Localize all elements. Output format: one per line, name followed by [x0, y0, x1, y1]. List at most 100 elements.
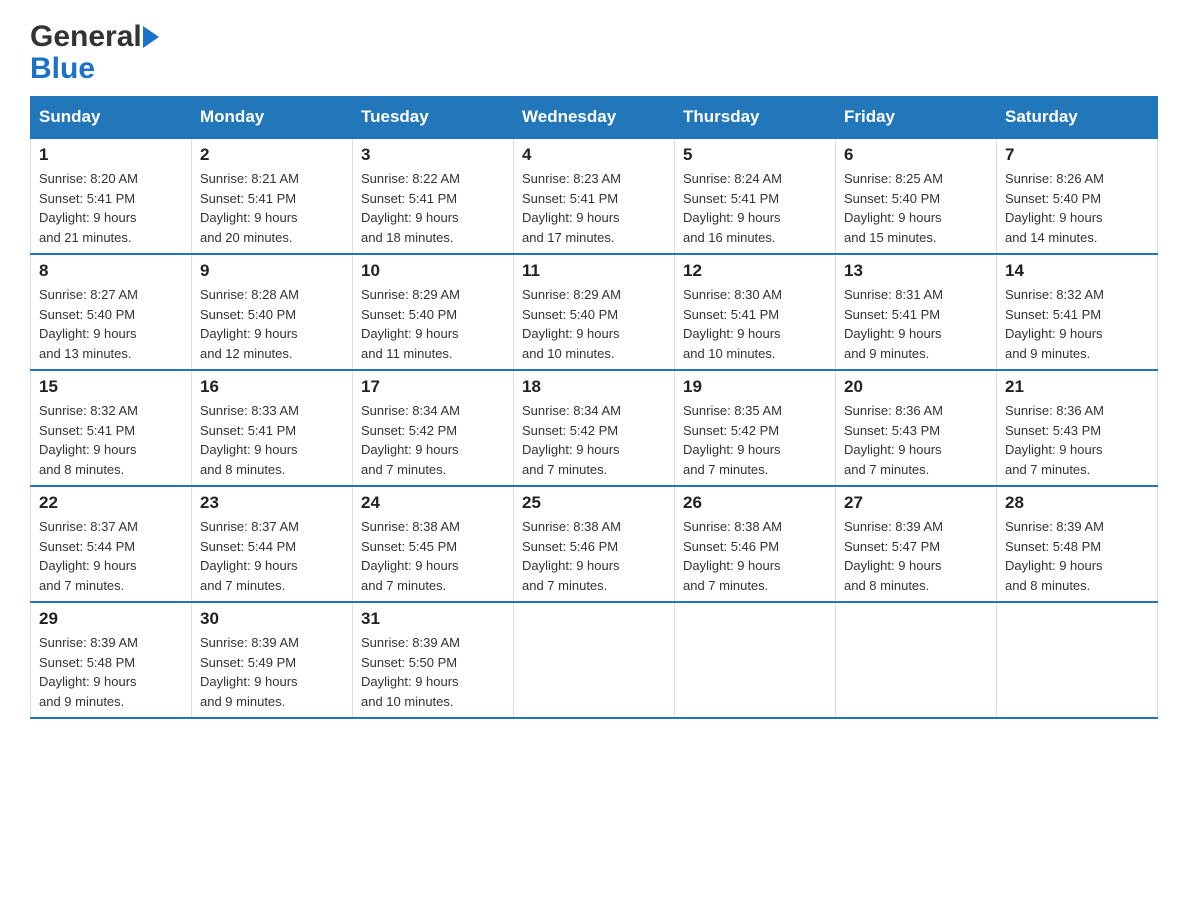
day-info: Sunrise: 8:37 AMSunset: 5:44 PMDaylight:…	[39, 517, 183, 595]
day-info: Sunrise: 8:39 AMSunset: 5:48 PMDaylight:…	[1005, 517, 1149, 595]
calendar-cell: 9Sunrise: 8:28 AMSunset: 5:40 PMDaylight…	[192, 254, 353, 370]
day-info: Sunrise: 8:30 AMSunset: 5:41 PMDaylight:…	[683, 285, 827, 363]
col-header-thursday: Thursday	[675, 97, 836, 139]
calendar-cell: 23Sunrise: 8:37 AMSunset: 5:44 PMDayligh…	[192, 486, 353, 602]
day-number: 12	[683, 261, 827, 281]
day-info: Sunrise: 8:21 AMSunset: 5:41 PMDaylight:…	[200, 169, 344, 247]
col-header-wednesday: Wednesday	[514, 97, 675, 139]
day-info: Sunrise: 8:39 AMSunset: 5:47 PMDaylight:…	[844, 517, 988, 595]
day-number: 19	[683, 377, 827, 397]
day-number: 8	[39, 261, 183, 281]
calendar-cell: 1 Sunrise: 8:20 AMSunset: 5:41 PMDaylight…	[31, 138, 192, 254]
day-number: 14	[1005, 261, 1149, 281]
calendar-cell: 16 Sunrise: 8:33 AMSunset: 5:41 PMDayligh…	[192, 370, 353, 486]
day-number: 30	[200, 609, 344, 629]
calendar-cell: 29 Sunrise: 8:39 AMSunset: 5:48 PMDayligh…	[31, 602, 192, 718]
col-header-friday: Friday	[836, 97, 997, 139]
calendar-cell: 5 Sunrise: 8:24 AMSunset: 5:41 PMDaylight…	[675, 138, 836, 254]
calendar-cell: 21 Sunrise: 8:36 AMSunset: 5:43 PMDayligh…	[997, 370, 1158, 486]
calendar-cell: 11 Sunrise: 8:29 AMSunset: 5:40 PMDayligh…	[514, 254, 675, 370]
calendar-cell: 13 Sunrise: 8:31 AMSunset: 5:41 PMDayligh…	[836, 254, 997, 370]
calendar-cell: 27 Sunrise: 8:39 AMSunset: 5:47 PMDayligh…	[836, 486, 997, 602]
calendar-cell	[675, 602, 836, 718]
logo-blue: Blue	[30, 52, 95, 86]
calendar-cell: 12 Sunrise: 8:30 AMSunset: 5:41 PMDayligh…	[675, 254, 836, 370]
col-header-saturday: Saturday	[997, 97, 1158, 139]
calendar-cell	[514, 602, 675, 718]
day-info: Sunrise: 8:38 AMSunset: 5:46 PMDaylight:…	[522, 517, 666, 595]
calendar-cell: 22Sunrise: 8:37 AMSunset: 5:44 PMDayligh…	[31, 486, 192, 602]
day-number: 27	[844, 493, 988, 513]
calendar-cell: 8 Sunrise: 8:27 AMSunset: 5:40 PMDaylight…	[31, 254, 192, 370]
day-info: Sunrise: 8:27 AMSunset: 5:40 PMDaylight:…	[39, 285, 183, 363]
day-number: 2	[200, 145, 344, 165]
logo-general: General	[30, 20, 142, 54]
day-number: 24	[361, 493, 505, 513]
day-info: Sunrise: 8:29 AMSunset: 5:40 PMDaylight:…	[361, 285, 505, 363]
day-info: Sunrise: 8:36 AMSunset: 5:43 PMDaylight:…	[1005, 401, 1149, 479]
calendar-cell: 7 Sunrise: 8:26 AMSunset: 5:40 PMDaylight…	[997, 138, 1158, 254]
col-header-tuesday: Tuesday	[353, 97, 514, 139]
day-info: Sunrise: 8:39 AMSunset: 5:50 PMDaylight:…	[361, 633, 505, 711]
day-info: Sunrise: 8:38 AMSunset: 5:46 PMDaylight:…	[683, 517, 827, 595]
logo-arrow-icon	[143, 26, 159, 48]
calendar-cell: 28 Sunrise: 8:39 AMSunset: 5:48 PMDayligh…	[997, 486, 1158, 602]
day-number: 21	[1005, 377, 1149, 397]
day-number: 6	[844, 145, 988, 165]
calendar-cell: 3 Sunrise: 8:22 AMSunset: 5:41 PMDaylight…	[353, 138, 514, 254]
day-info: Sunrise: 8:24 AMSunset: 5:41 PMDaylight:…	[683, 169, 827, 247]
day-info: Sunrise: 8:38 AMSunset: 5:45 PMDaylight:…	[361, 517, 505, 595]
calendar-cell: 14Sunrise: 8:32 AMSunset: 5:41 PMDayligh…	[997, 254, 1158, 370]
calendar-cell: 31Sunrise: 8:39 AMSunset: 5:50 PMDayligh…	[353, 602, 514, 718]
calendar-cell: 10Sunrise: 8:29 AMSunset: 5:40 PMDayligh…	[353, 254, 514, 370]
day-info: Sunrise: 8:29 AMSunset: 5:40 PMDaylight:…	[522, 285, 666, 363]
calendar-cell: 19 Sunrise: 8:35 AMSunset: 5:42 PMDayligh…	[675, 370, 836, 486]
day-info: Sunrise: 8:22 AMSunset: 5:41 PMDaylight:…	[361, 169, 505, 247]
day-info: Sunrise: 8:39 AMSunset: 5:48 PMDaylight:…	[39, 633, 183, 711]
day-number: 3	[361, 145, 505, 165]
calendar-cell: 2 Sunrise: 8:21 AMSunset: 5:41 PMDaylight…	[192, 138, 353, 254]
calendar-cell: 4Sunrise: 8:23 AMSunset: 5:41 PMDaylight…	[514, 138, 675, 254]
day-info: Sunrise: 8:39 AMSunset: 5:49 PMDaylight:…	[200, 633, 344, 711]
day-number: 7	[1005, 145, 1149, 165]
calendar-cell: 17 Sunrise: 8:34 AMSunset: 5:42 PMDayligh…	[353, 370, 514, 486]
calendar-cell	[836, 602, 997, 718]
calendar-cell: 20 Sunrise: 8:36 AMSunset: 5:43 PMDayligh…	[836, 370, 997, 486]
day-info: Sunrise: 8:37 AMSunset: 5:44 PMDaylight:…	[200, 517, 344, 595]
day-number: 1	[39, 145, 183, 165]
day-info: Sunrise: 8:34 AMSunset: 5:42 PMDaylight:…	[522, 401, 666, 479]
calendar-cell: 24 Sunrise: 8:38 AMSunset: 5:45 PMDayligh…	[353, 486, 514, 602]
page-header: General Blue	[30, 20, 1158, 86]
day-info: Sunrise: 8:32 AMSunset: 5:41 PMDaylight:…	[39, 401, 183, 479]
day-info: Sunrise: 8:36 AMSunset: 5:43 PMDaylight:…	[844, 401, 988, 479]
day-number: 26	[683, 493, 827, 513]
day-info: Sunrise: 8:20 AMSunset: 5:41 PMDaylight:…	[39, 169, 183, 247]
calendar-cell: 26 Sunrise: 8:38 AMSunset: 5:46 PMDayligh…	[675, 486, 836, 602]
logo: General	[30, 20, 161, 54]
day-number: 18	[522, 377, 666, 397]
calendar-cell: 25Sunrise: 8:38 AMSunset: 5:46 PMDayligh…	[514, 486, 675, 602]
day-number: 17	[361, 377, 505, 397]
calendar-cell: 6Sunrise: 8:25 AMSunset: 5:40 PMDaylight…	[836, 138, 997, 254]
day-number: 20	[844, 377, 988, 397]
day-info: Sunrise: 8:31 AMSunset: 5:41 PMDaylight:…	[844, 285, 988, 363]
day-number: 29	[39, 609, 183, 629]
day-number: 11	[522, 261, 666, 281]
day-number: 9	[200, 261, 344, 281]
day-number: 13	[844, 261, 988, 281]
calendar-table: SundayMondayTuesdayWednesdayThursdayFrid…	[30, 96, 1158, 719]
calendar-cell: 15 Sunrise: 8:32 AMSunset: 5:41 PMDayligh…	[31, 370, 192, 486]
day-info: Sunrise: 8:35 AMSunset: 5:42 PMDaylight:…	[683, 401, 827, 479]
day-number: 28	[1005, 493, 1149, 513]
day-info: Sunrise: 8:26 AMSunset: 5:40 PMDaylight:…	[1005, 169, 1149, 247]
day-number: 15	[39, 377, 183, 397]
col-header-monday: Monday	[192, 97, 353, 139]
day-info: Sunrise: 8:23 AMSunset: 5:41 PMDaylight:…	[522, 169, 666, 247]
day-info: Sunrise: 8:34 AMSunset: 5:42 PMDaylight:…	[361, 401, 505, 479]
calendar-cell: 30 Sunrise: 8:39 AMSunset: 5:49 PMDayligh…	[192, 602, 353, 718]
calendar-cell	[997, 602, 1158, 718]
day-number: 16	[200, 377, 344, 397]
day-info: Sunrise: 8:33 AMSunset: 5:41 PMDaylight:…	[200, 401, 344, 479]
logo-area: General Blue	[30, 20, 161, 86]
day-number: 5	[683, 145, 827, 165]
